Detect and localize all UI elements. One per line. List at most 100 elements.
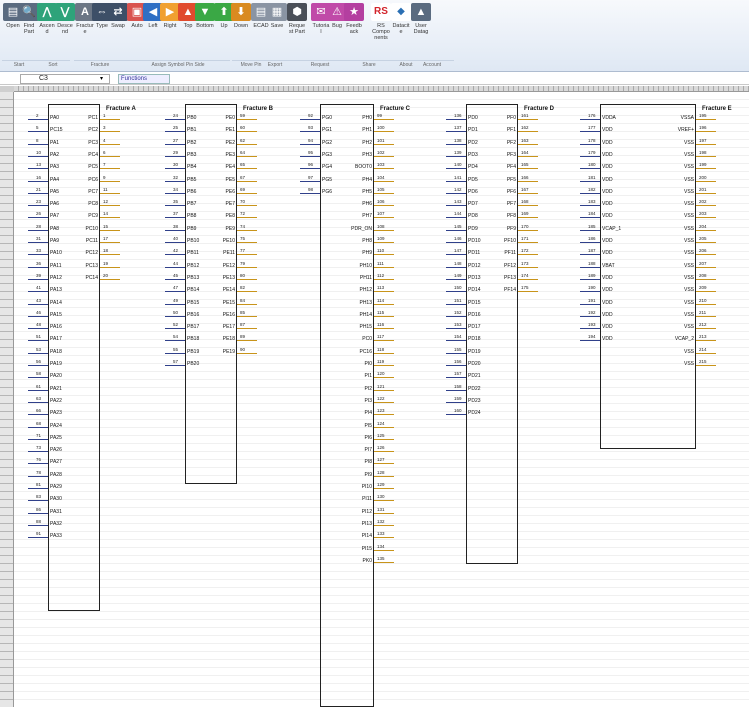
pin-number: 102 (377, 149, 385, 155)
pin-number: 129 (377, 482, 385, 487)
pin-name: PG1 (322, 127, 333, 134)
pin-number: 71 (36, 432, 42, 438)
pin-wire (100, 131, 120, 133)
pin-number: 39 (36, 272, 42, 278)
pin-number: 2 (36, 113, 39, 118)
pin-name: PD24 (468, 410, 481, 417)
pin-name: PC1 (88, 115, 98, 121)
pin-number: 46 (36, 309, 42, 315)
pin-name: PD14 (468, 287, 481, 294)
pin-wire (446, 143, 466, 145)
chevron-down-icon[interactable]: ▾ (100, 75, 103, 82)
pin-wire (518, 131, 538, 133)
feedback-button[interactable]: ★ Feedback (344, 3, 364, 47)
pin-wire (300, 192, 320, 194)
find-button[interactable]: 🔍 Find Part (19, 3, 39, 47)
pin-name: PD4 (468, 164, 478, 171)
pin-wire (374, 143, 394, 145)
pin-name: PI1 (364, 373, 372, 380)
pin-wire (374, 242, 394, 243)
request-button[interactable]: ⬢ Request Part (287, 3, 307, 47)
pin-name: PD6 (468, 188, 478, 195)
pin-name: PD5 (468, 176, 478, 183)
pin-number: 117 (377, 334, 385, 340)
pin-name: PF4 (506, 164, 516, 171)
pin-number: 211 (699, 309, 707, 315)
pin-number: 4 (103, 137, 106, 143)
pin-wire (237, 266, 257, 268)
rs-logo-button[interactable]: RS RS Components (371, 3, 391, 47)
pin-wire (580, 143, 600, 145)
ribbon-button-label: Ascend (39, 23, 55, 35)
ascend-button[interactable]: ⋀ Ascend (37, 3, 57, 47)
pin-wire (446, 205, 466, 207)
pin-name: PD18 (468, 336, 481, 343)
pin-number: 112 (377, 272, 385, 278)
user-button[interactable]: ▲ User Datag (411, 3, 431, 47)
pin-wire (28, 377, 48, 379)
functions-button[interactable]: Functions (118, 74, 170, 84)
pin-number: 166 (521, 174, 529, 180)
pin-number: 30 (173, 162, 179, 168)
pin-number: 78 (36, 469, 42, 475)
pin-name: PC12 (85, 250, 98, 257)
pin-name: VDD (602, 188, 613, 195)
pin-number: 157 (454, 371, 462, 377)
pin-name: PD21 (468, 373, 481, 380)
pin-wire (696, 303, 716, 305)
pin-wire (100, 192, 120, 194)
pin-number: 190 (588, 285, 596, 291)
pin-name: PA4 (50, 176, 60, 183)
pin-name: PF9 (506, 225, 516, 232)
pin-name: PH1 (362, 127, 372, 134)
pin-number: 14 (103, 211, 109, 217)
pin-name: PA29 (50, 484, 62, 490)
ribbon-group-label: Assign Symbol Pin Side (126, 60, 230, 69)
pin-number: 77 (240, 248, 246, 254)
name-box[interactable]: C3 (20, 74, 110, 84)
pin-number: 214 (699, 346, 707, 352)
pin-number: 79 (240, 260, 246, 266)
ribbon-button-label: Up (220, 23, 228, 29)
pin-number: 192 (588, 309, 596, 315)
pin-name: PA24 (50, 422, 62, 429)
pin-wire (580, 131, 600, 133)
schematic-symbol-box[interactable] (600, 104, 696, 449)
pin-number: 60 (240, 125, 246, 131)
pin-number: 44 (173, 260, 179, 266)
pin-wire (28, 438, 48, 440)
pin-number: 99 (377, 113, 383, 118)
schematic-symbol-box[interactable] (466, 104, 518, 564)
pin-number: 165 (521, 162, 529, 168)
row-headers[interactable] (0, 92, 14, 707)
pin-wire (28, 352, 48, 354)
pin-number: 62 (240, 137, 246, 143)
datacite-button[interactable]: ◆ Datacite (391, 3, 411, 47)
pin-name: PH2 (362, 139, 372, 146)
pin-number: 49 (173, 297, 179, 303)
pin-name: PB0 (187, 115, 197, 121)
pin-name: PB9 (187, 225, 197, 232)
bottom-arrow-button[interactable]: ▼ Bottom (195, 3, 215, 47)
pin-number: 1 (103, 113, 106, 118)
pin-number: 160 (454, 408, 462, 414)
pin-wire (28, 229, 48, 231)
pin-number: 13 (36, 162, 42, 168)
worksheet-grid[interactable]: Fracture A 2 PA0 5 PC15 8 PA1 10 PA2 13 PA3 16 PA4 21… (14, 92, 749, 707)
descend-button[interactable]: ⋁ Descend (55, 3, 75, 47)
pin-wire (237, 328, 257, 330)
pin-name: PB2 (187, 139, 197, 146)
pin-name: PH3 (362, 151, 372, 158)
pin-wire (580, 278, 600, 280)
pin-wire (446, 303, 466, 305)
down-button[interactable]: ⬇ Down (231, 3, 251, 47)
right-arrow-button[interactable]: ▶ Right (160, 3, 180, 47)
pin-name: PI3 (364, 397, 372, 404)
ribbon-button-label: RS Components (372, 23, 390, 41)
pin-number: 197 (699, 137, 707, 143)
pin-name: PD11 (468, 250, 481, 257)
save-button[interactable]: ▦ Save (267, 3, 287, 47)
swap-button[interactable]: ⇄ Swap (108, 3, 128, 47)
pin-name: PC0 (362, 336, 372, 343)
schematic-symbol-box[interactable] (185, 104, 237, 484)
